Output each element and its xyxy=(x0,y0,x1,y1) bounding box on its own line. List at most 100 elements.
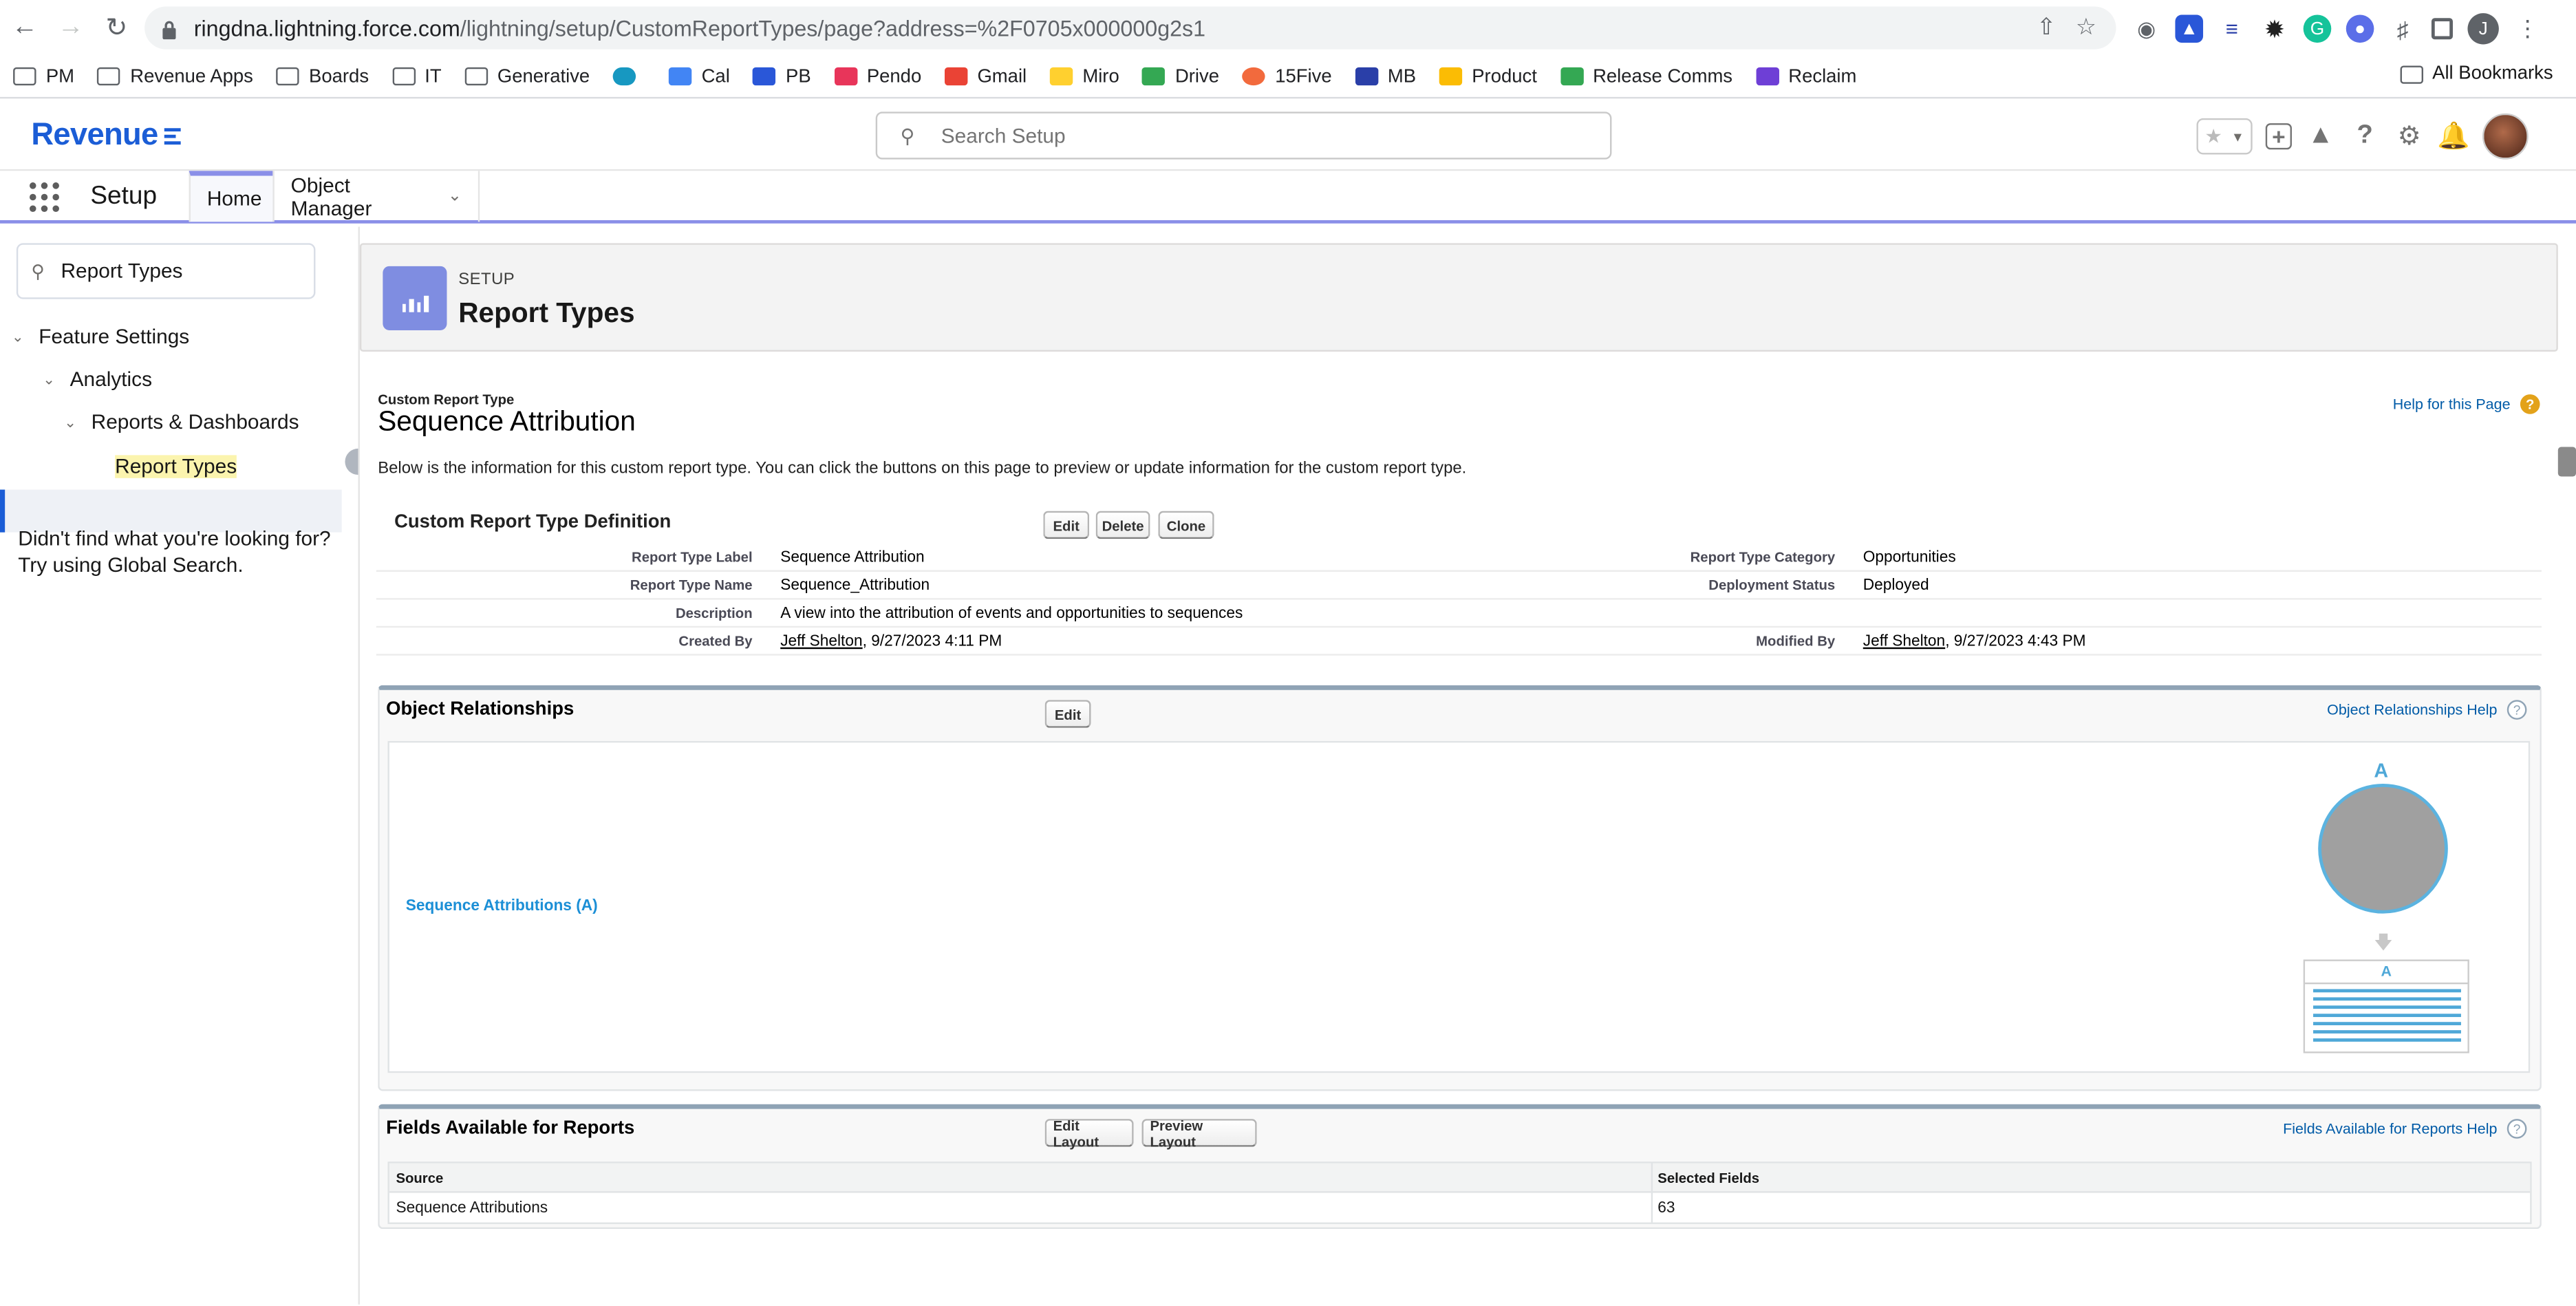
bookmark-product[interactable]: Product xyxy=(1439,67,1537,86)
search-setup-input[interactable]: ⚲ Search Setup xyxy=(875,111,1612,160)
bookmark-release-comms[interactable]: Release Comms xyxy=(1560,67,1732,86)
address-bar[interactable]: ringdna.lightning.force.com/lightning/se… xyxy=(144,6,2116,50)
camera-icon[interactable]: ◉ xyxy=(2132,14,2160,43)
bookmark-star-icon[interactable]: ☆ xyxy=(2076,13,2096,41)
object-relationships-panel: Object Relationships Edit Object Relatio… xyxy=(378,685,2542,1091)
app-launcher-icon[interactable] xyxy=(29,182,59,213)
bookmark-it[interactable]: IT xyxy=(391,67,442,86)
tab-object-manager[interactable]: Object Manager ⌄ xyxy=(272,171,480,222)
detail-row: Report Type Label Sequence Attribution R… xyxy=(376,544,2542,572)
reload-icon[interactable]: ↻ xyxy=(95,7,138,50)
sidebar-collapse-handle[interactable] xyxy=(345,448,358,475)
grammarly-icon[interactable]: G xyxy=(2303,14,2332,43)
bookmark-pm[interactable]: PM xyxy=(13,67,74,86)
reclaim-icon xyxy=(1755,67,1779,86)
bookmark-revenue-apps[interactable]: Revenue Apps xyxy=(97,67,253,86)
bookmark-gmail[interactable]: Gmail xyxy=(944,67,1027,86)
pb-icon xyxy=(753,67,776,86)
chevron-down-icon[interactable]: ⌄ xyxy=(12,328,24,345)
fields-available-help-link[interactable]: Fields Available for Reports Help? xyxy=(2283,1119,2527,1139)
lock-icon xyxy=(161,18,178,40)
table-header-row: Source Selected Fields xyxy=(389,1163,2531,1193)
search-icon: ⚲ xyxy=(31,261,45,282)
forward-icon[interactable]: → xyxy=(50,7,92,50)
pb-extension-icon[interactable]: ▲ xyxy=(2175,14,2204,43)
delete-button[interactable]: Delete xyxy=(1095,511,1150,539)
help-icon: ? xyxy=(2507,700,2527,720)
detail-label: Deployment Status xyxy=(1708,577,1836,593)
edit-layout-button[interactable]: Edit Layout xyxy=(1044,1117,1134,1149)
detail-value: Jeff Shelton, 9/27/2023 4:11 PM xyxy=(780,632,1002,651)
setup-page-header: SETUP Report Types xyxy=(359,243,2558,352)
drive-icon xyxy=(1142,67,1166,86)
panel-title: Object Relationships xyxy=(386,700,575,720)
chevron-down-icon[interactable]: ⌄ xyxy=(64,414,76,431)
primary-object-link[interactable]: Sequence Attributions (A) xyxy=(406,897,598,915)
detail-label: Report Type Label xyxy=(632,548,753,566)
preview-layout-button[interactable]: Preview Layout xyxy=(1141,1117,1257,1149)
side-panel-icon[interactable] xyxy=(2431,18,2453,40)
revenue-logo[interactable]: Revenue xyxy=(31,118,181,155)
scrollbar-thumb[interactable] xyxy=(2557,447,2576,477)
modified-by-user-link[interactable]: Jeff Shelton xyxy=(1863,632,1945,650)
help-icon[interactable]: ? xyxy=(2350,121,2381,152)
profile-avatar[interactable]: J xyxy=(2467,13,2499,45)
quick-find-input[interactable]: ⚲ Report Types xyxy=(16,243,316,299)
global-actions-icon[interactable]: + xyxy=(2265,123,2292,150)
edit-relationships-button[interactable]: Edit xyxy=(1044,700,1091,728)
arrow-down-icon: 🡇 xyxy=(2374,933,2393,953)
clone-button[interactable]: Clone xyxy=(1158,511,1214,539)
miro-icon xyxy=(1049,67,1073,86)
bookmark-miro[interactable]: Miro xyxy=(1049,67,1119,86)
detail-row: Description A view into the attribution … xyxy=(376,600,2542,628)
pendo-icon xyxy=(834,67,857,86)
tree-item-analytics[interactable]: ⌄ Analytics xyxy=(43,368,152,391)
chevron-down-icon[interactable]: ⌄ xyxy=(448,187,462,205)
bookmark-salesforce[interactable] xyxy=(612,67,646,86)
extension-icon[interactable]: ● xyxy=(2346,14,2374,43)
drive-icon xyxy=(1560,67,1583,86)
detail-label: Created By xyxy=(678,632,753,650)
gear-extension-icon[interactable]: ✹ xyxy=(2261,14,2289,44)
created-by-user-link[interactable]: Jeff Shelton xyxy=(780,632,862,650)
trailhead-icon[interactable]: ▲ xyxy=(2305,121,2336,152)
kebab-menu-icon[interactable]: ⋮ xyxy=(2513,14,2542,43)
user-avatar[interactable] xyxy=(2482,113,2529,160)
bookmark-drive[interactable]: Drive xyxy=(1142,67,1219,86)
bookmark-mb[interactable]: MB xyxy=(1355,67,1416,86)
tree-item-report-types[interactable]: Report Types xyxy=(115,455,237,478)
bookmark-reclaim[interactable]: Reclaim xyxy=(1755,67,1856,86)
search-icon: ⚲ xyxy=(900,124,915,147)
bookmark-pb[interactable]: PB xyxy=(753,67,811,86)
tree-item-reports-dashboards[interactable]: ⌄ Reports & Dashboards xyxy=(64,411,299,433)
entity-label: Custom Report Type xyxy=(378,391,515,408)
primary-object-circle xyxy=(2318,783,2448,914)
bookmark-generative[interactable]: Generative xyxy=(464,67,590,86)
list-extension-icon[interactable]: ≡ xyxy=(2218,14,2246,43)
puzzle-icon[interactable]: ♯ xyxy=(2389,14,2417,43)
fields-table: Source Selected Fields Sequence Attribut… xyxy=(387,1162,2532,1224)
edit-button[interactable]: Edit xyxy=(1043,511,1090,539)
all-bookmarks[interactable]: All Bookmarks xyxy=(2399,64,2553,84)
tab-home[interactable]: Home xyxy=(189,171,273,222)
definition-heading: Custom Report Type Definition xyxy=(394,512,672,533)
bookmark-15five[interactable]: 15Five xyxy=(1242,67,1332,86)
notifications-bell-icon[interactable]: 🔔 xyxy=(2437,121,2470,152)
favorites-button[interactable]: ★ ▼ xyxy=(2196,118,2253,155)
share-icon[interactable]: ⇧ xyxy=(2037,13,2056,41)
back-icon[interactable]: ← xyxy=(3,7,46,50)
setup-nav-bar: Setup Home Object Manager ⌄ xyxy=(0,171,2576,224)
15five-icon xyxy=(1242,67,1265,86)
global-header: Revenue ⚲ Search Setup ★ ▼ + ▲ ? ⚙ 🔔 xyxy=(0,100,2576,171)
object-relationships-help-link[interactable]: Object Relationships Help? xyxy=(2327,700,2527,720)
chevron-down-icon[interactable]: ⌄ xyxy=(43,370,55,388)
tree-item-feature-settings[interactable]: ⌄ Feature Settings xyxy=(12,325,190,348)
bookmark-pendo[interactable]: Pendo xyxy=(834,67,921,86)
bookmark-cal[interactable]: Cal xyxy=(668,67,730,86)
gear-icon[interactable]: ⚙ xyxy=(2394,121,2425,152)
bookmark-boards[interactable]: Boards xyxy=(276,67,369,86)
url-text: ringdna.lightning.force.com/lightning/se… xyxy=(193,15,1206,41)
help-for-page-link[interactable]: Help for this Page? xyxy=(2393,394,2540,414)
detail-value: Deployed xyxy=(1863,577,1929,595)
detail-row: Created By Jeff Shelton, 9/27/2023 4:11 … xyxy=(376,628,2542,656)
